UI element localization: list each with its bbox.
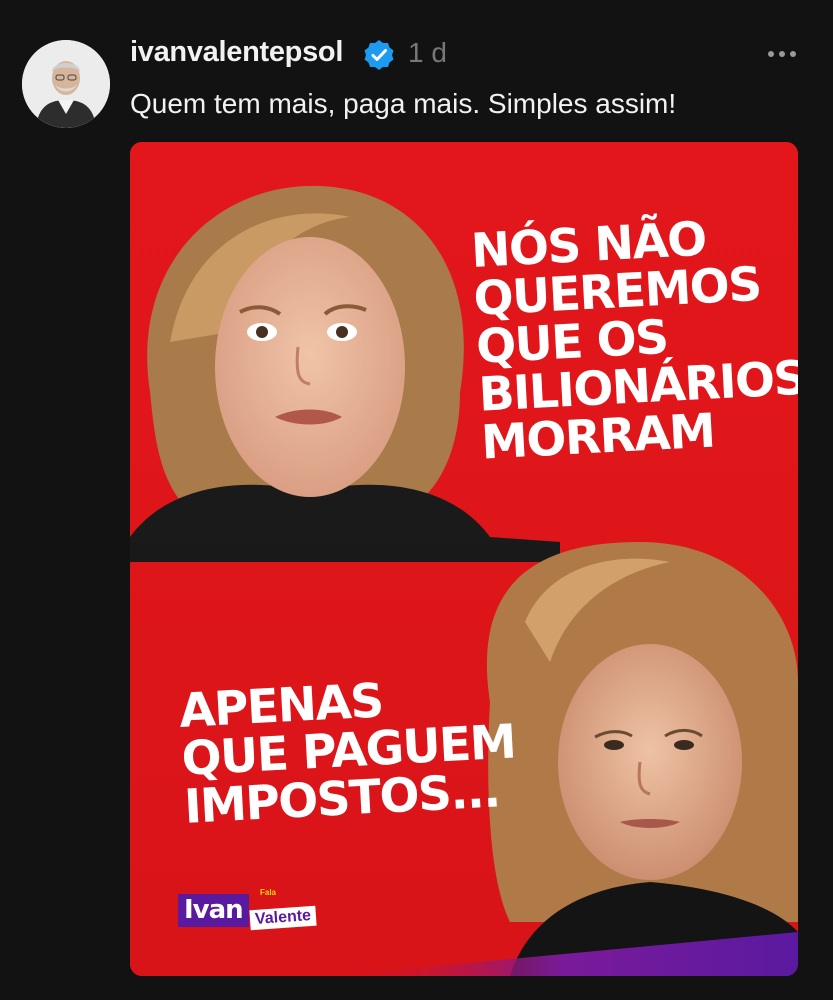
verified-badge-icon	[364, 40, 394, 70]
thread-post: ivanvalentepsol 1 d Quem tem mais, paga …	[0, 0, 833, 1000]
logo-sub-text: Valente	[249, 905, 317, 930]
dot	[768, 51, 774, 57]
post-caption: Quem tem mais, paga mais. Simples assim!	[130, 88, 677, 119]
post-image[interactable]: NÓS NÃO QUEREMOS QUE OS BILIONÁRIOS MORR…	[130, 142, 798, 976]
dot	[790, 51, 796, 57]
profile-avatar[interactable]	[22, 40, 110, 128]
headline-bottom: APENAS QUE PAGUEM IMPOSTOS...	[178, 671, 519, 834]
avatar-photo	[22, 40, 110, 128]
post-timestamp: 1 d	[408, 37, 447, 68]
more-options-icon[interactable]	[760, 34, 804, 74]
dot	[779, 51, 785, 57]
logo-small-text: Fala	[260, 888, 277, 897]
username-link[interactable]: ivanvalentepsol	[130, 36, 343, 69]
headline-top: NÓS NÃO QUEREMOS QUE OS BILIONÁRIOS MORR…	[470, 211, 798, 471]
logo-main-text: Ivan	[178, 894, 249, 927]
campaign-logo: Ivan Fala Valente	[178, 888, 328, 934]
